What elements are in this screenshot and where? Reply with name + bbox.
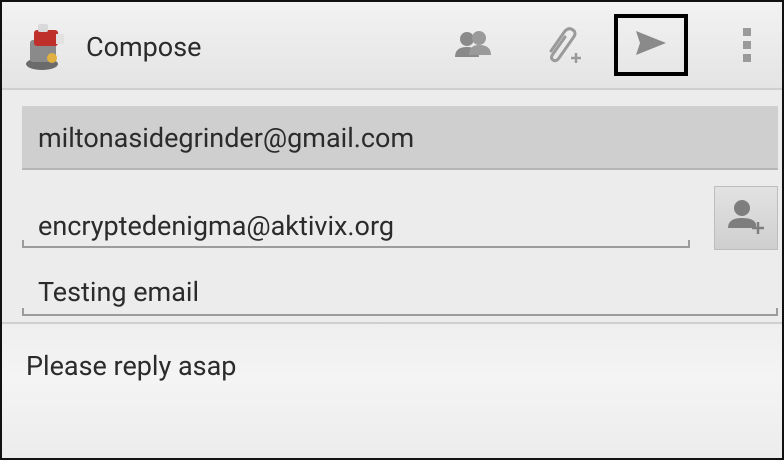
subject-text: Testing email [38, 276, 200, 308]
message-body-field[interactable]: Please reply asap [2, 324, 782, 458]
app-logo-icon[interactable] [22, 20, 70, 72]
message-body-text: Please reply asap [26, 350, 237, 382]
contacts-icon [453, 29, 493, 65]
to-address: encryptedenigma@aktivix.org [38, 210, 395, 242]
add-person-icon [726, 196, 766, 240]
overflow-menu-icon [742, 27, 752, 67]
compose-screen: Compose miltonasidegrinder@gmail.com enc… [0, 0, 784, 460]
attach-add-icon [543, 25, 587, 69]
action-bar: Compose [2, 2, 782, 90]
add-recipient-button[interactable] [714, 186, 778, 250]
contacts-button[interactable] [450, 24, 496, 70]
to-field[interactable]: encryptedenigma@aktivix.org [22, 198, 690, 248]
to-field-underline [22, 240, 690, 248]
page-title: Compose [86, 31, 202, 63]
subject-field[interactable]: Testing email [22, 264, 778, 316]
attach-button[interactable] [542, 24, 588, 70]
from-address: miltonasidegrinder@gmail.com [38, 122, 415, 154]
send-icon [634, 29, 668, 61]
send-button[interactable] [614, 14, 688, 76]
overflow-menu-button[interactable] [724, 24, 770, 70]
from-field[interactable]: miltonasidegrinder@gmail.com [22, 106, 778, 170]
subject-field-underline [22, 308, 778, 316]
